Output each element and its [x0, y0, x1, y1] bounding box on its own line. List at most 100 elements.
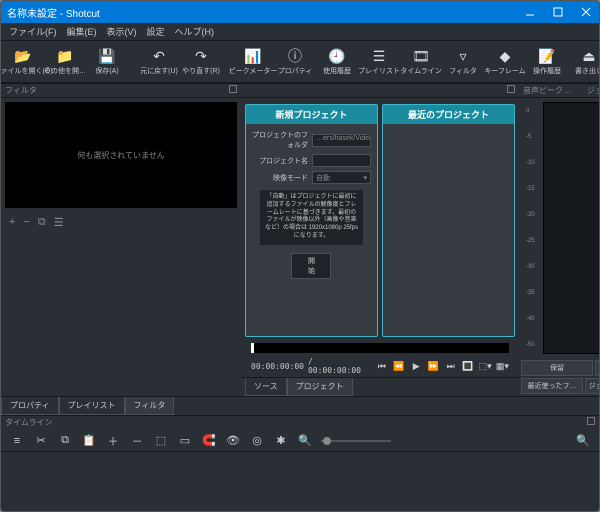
tab-playlist[interactable]: プレイリスト	[59, 397, 125, 415]
zoom-button[interactable]: ⬚▾	[479, 360, 492, 372]
project-folder-field[interactable]: …ers/hasek/Videos	[312, 134, 371, 147]
lift-icon[interactable]: ⬚	[153, 433, 169, 449]
new-project-card: 新規プロジェクト プロジェクトのフォルダ …ers/hasek/Videos プ…	[245, 104, 378, 337]
recent-files-tab[interactable]: 最近使ったフ…	[521, 378, 583, 394]
timeline-panel: タイムライン ≡ ✂ ⧉ 📋 ＋ － ⬚ ▭ 🧲 👁 ◎ ✱ 🔍 🔍	[1, 415, 599, 511]
jobs-header: ジョブ	[587, 85, 600, 96]
play-button[interactable]: ▶	[410, 360, 423, 372]
copy-icon[interactable]: ⧉	[57, 433, 73, 449]
toolbar-open-button[interactable]: 📂ファイルを開く(O)	[5, 47, 41, 76]
toolbar-filter-button[interactable]: ▿フィルタ	[445, 47, 481, 76]
loop-button[interactable]: 🔳	[461, 360, 474, 372]
app-window: 名称未設定 - Shotcut ファイル(F) 編集(E) 表示(V) 設定 ヘ…	[0, 0, 600, 512]
chevron-down-icon: ▾	[363, 174, 367, 182]
jobs-menu-button[interactable]: ☰	[595, 360, 600, 376]
append-icon[interactable]: ＋	[105, 433, 121, 449]
center-panel: 新規プロジェクト プロジェクトのフォルダ …ers/hasek/Videos プ…	[241, 83, 519, 396]
filter-add-button[interactable]: +	[9, 216, 15, 229]
filter-remove-button[interactable]: −	[23, 216, 29, 229]
scrub-bar[interactable]	[251, 343, 509, 353]
tab-properties[interactable]: プロパティ	[1, 397, 59, 415]
toolbar-redo-button[interactable]: ↷やり直す(R)	[183, 47, 219, 76]
menu-file[interactable]: ファイル(F)	[5, 23, 61, 40]
menu-icon[interactable]: ≡	[9, 433, 25, 449]
toolbar-openother-button[interactable]: 📁その他を開…	[47, 47, 83, 76]
ripple-all-icon[interactable]: ✱	[273, 433, 289, 449]
toolbar-kf-button[interactable]: ◆キーフレーム	[487, 47, 523, 76]
filters-buttons: + − ⧉ ☰	[1, 212, 241, 233]
peak-meter-panel: 音声ピーク…ジョブ 0-5-10-15-20-25-30-35-40-50 保留…	[519, 83, 600, 396]
dock-icon[interactable]	[587, 417, 595, 425]
close-button[interactable]	[579, 5, 593, 19]
zoom-out-icon[interactable]: 🔍	[297, 433, 313, 449]
filter-icon: ▿	[454, 47, 472, 65]
rewind-button[interactable]: ⏪	[392, 360, 405, 372]
new-project-header: 新規プロジェクト	[246, 105, 377, 124]
window-title: 名称未設定 - Shotcut	[7, 5, 100, 20]
toolbar-tl-button[interactable]: 🎞タイムライン	[403, 47, 439, 76]
tab-project[interactable]: プロジェクト	[287, 378, 353, 396]
ripple-icon[interactable]: ◎	[249, 433, 265, 449]
tl-icon: 🎞	[412, 47, 430, 65]
filters-empty-text: 何も選択されていません	[77, 150, 165, 161]
filters-empty-box: 何も選択されていません	[5, 102, 237, 208]
skip-end-button[interactable]: ⏭	[444, 360, 457, 372]
toolbar-export-button[interactable]: ⏏書き出し	[571, 47, 600, 76]
menu-help[interactable]: ヘルプ(H)	[171, 23, 219, 40]
peak-meter	[543, 102, 600, 354]
timeline-header: タイムライン	[5, 417, 52, 429]
project-folder-label: プロジェクトのフォルダ	[252, 130, 308, 150]
remove-icon[interactable]: －	[129, 433, 145, 449]
toolbar-hist-button[interactable]: 🕘使用履歴	[319, 47, 355, 76]
kf-icon: ◆	[496, 47, 514, 65]
scrub-icon[interactable]: 👁	[225, 433, 241, 449]
zoom-slider[interactable]	[321, 440, 391, 442]
title-bar: 名称未設定 - Shotcut	[1, 1, 599, 23]
time-total: / 00:00:00:00	[308, 357, 367, 375]
menu-view[interactable]: 表示(V)	[103, 23, 141, 40]
skip-start-button[interactable]: ⏮	[375, 360, 388, 372]
peak-scale: 0-5-10-15-20-25-30-35-40-50	[523, 102, 543, 354]
undo-icon: ↶	[150, 47, 168, 65]
paste-icon[interactable]: 📋	[81, 433, 97, 449]
toolbar-playlist-button[interactable]: ☰プレイリスト	[361, 47, 397, 76]
redo-icon: ↷	[192, 47, 210, 65]
menu-settings[interactable]: 設定	[143, 23, 169, 40]
filters-panel: フィルタ 何も選択されていません + − ⧉ ☰	[1, 83, 241, 396]
minimize-button[interactable]	[523, 5, 537, 19]
timeline-tracks[interactable]	[1, 452, 599, 511]
filters-header: フィルタ	[5, 85, 37, 96]
grid-button[interactable]: ▦▾	[496, 360, 509, 372]
toolbar-notes-button[interactable]: 📝操作履歴	[529, 47, 565, 76]
video-mode-select[interactable]: 自動▾	[312, 171, 371, 184]
jobs-tab[interactable]: ジョブ	[585, 378, 600, 394]
tab-source[interactable]: ソース	[245, 378, 287, 396]
playlist-icon: ☰	[370, 47, 388, 65]
filter-copy-button[interactable]: ⧉	[38, 216, 46, 229]
overwrite-icon[interactable]: ▭	[177, 433, 193, 449]
toolbar-prop-button[interactable]: ⓘプロパティ	[277, 47, 313, 76]
hold-button[interactable]: 保留	[521, 360, 593, 376]
open-icon: 📂	[14, 47, 32, 65]
toolbar-peak-button[interactable]: 📊ピークメーター	[235, 47, 271, 76]
menu-bar: ファイル(F) 編集(E) 表示(V) 設定 ヘルプ(H)	[1, 23, 599, 41]
maximize-button[interactable]	[551, 5, 565, 19]
toolbar-save-button[interactable]: 💾保存(A)	[89, 47, 125, 76]
dock-icon[interactable]	[507, 85, 515, 93]
toolbar-undo-button[interactable]: ↶元に戻す(U)	[141, 47, 177, 76]
cut-icon[interactable]: ✂	[33, 433, 49, 449]
zoom-in-icon[interactable]: 🔍	[575, 433, 591, 449]
begin-button[interactable]: 開始	[291, 253, 331, 279]
snap-icon[interactable]: 🧲	[201, 433, 217, 449]
filter-menu-button[interactable]: ☰	[54, 216, 64, 229]
project-name-input[interactable]	[312, 154, 371, 167]
time-current[interactable]: 00:00:00:00	[251, 362, 304, 371]
project-name-label: プロジェクト名	[252, 156, 308, 166]
main-area: フィルタ 何も選択されていません + − ⧉ ☰ 新規プロジェクト プロジェクト…	[1, 83, 599, 396]
timeline-toolbar: ≡ ✂ ⧉ 📋 ＋ － ⬚ ▭ 🧲 👁 ◎ ✱ 🔍 🔍	[1, 430, 599, 452]
menu-edit[interactable]: 編集(E)	[63, 23, 101, 40]
export-icon: ⏏	[580, 47, 598, 65]
forward-button[interactable]: ⏩	[427, 360, 440, 372]
tab-filters[interactable]: フィルタ	[125, 397, 175, 415]
dock-icon[interactable]	[229, 85, 237, 93]
